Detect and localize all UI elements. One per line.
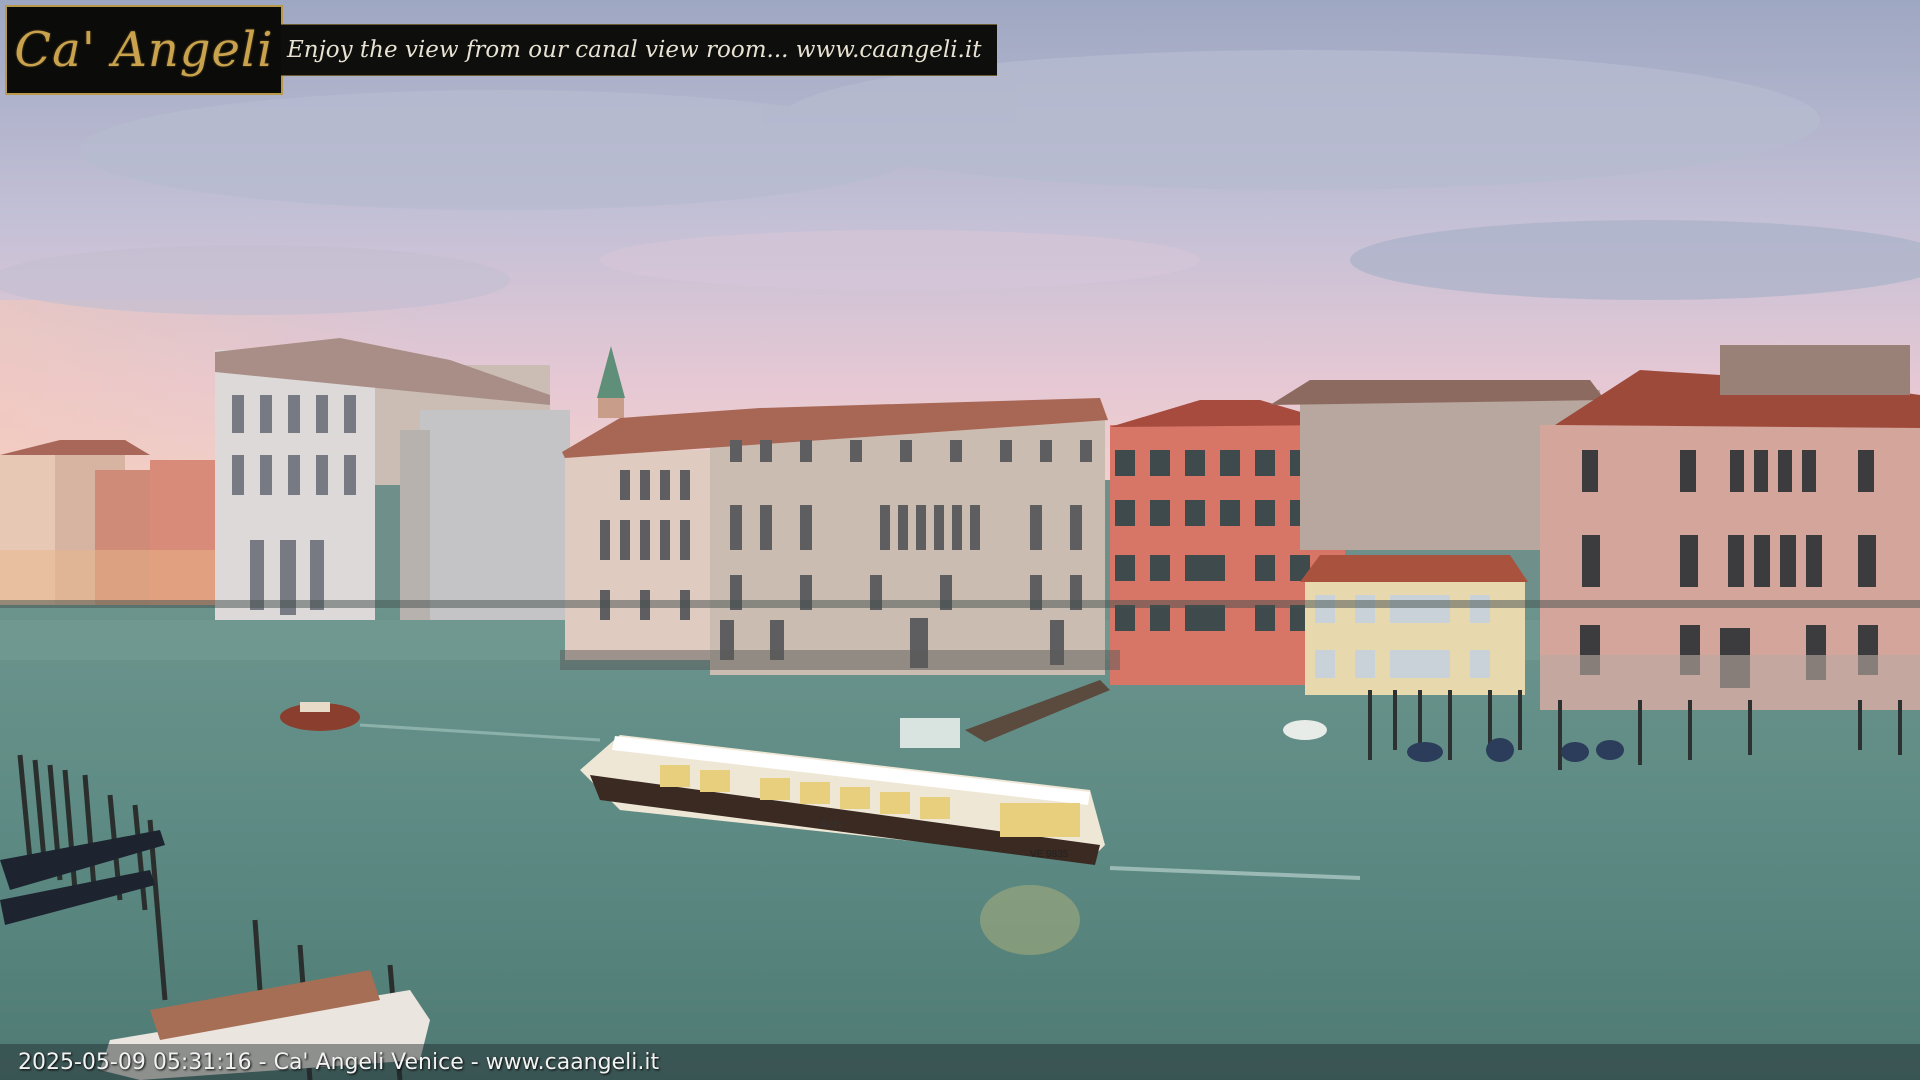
palazzo-pink bbox=[1540, 345, 1920, 710]
tagline-bar: Enjoy the view from our canal view room.… bbox=[281, 24, 998, 76]
logo: Ca' Angeli bbox=[5, 5, 283, 95]
tagline-text: Enjoy the view from our canal view room.… bbox=[287, 37, 982, 63]
far-left-buildings bbox=[0, 440, 220, 605]
timestamp-caption: 2025-05-09 05:31:16 - Ca' Angeli Venice … bbox=[18, 1049, 660, 1075]
canal-view-image: Actv VE 9835 bbox=[0, 0, 1920, 1080]
vaporetto-label: Actv bbox=[820, 817, 843, 831]
logo-text: Ca' Angeli bbox=[14, 22, 274, 78]
webcam-scene: Actv VE 9835 bbox=[0, 0, 1920, 1080]
scaffolded-building bbox=[420, 410, 570, 620]
logo-banner: Ca' Angeli Enjoy the view from our canal… bbox=[5, 5, 998, 95]
palazzo-beige bbox=[562, 398, 1108, 675]
vaporetto-number: VE 9835 bbox=[1030, 849, 1069, 860]
yellow-house bbox=[1300, 555, 1528, 695]
timestamp-bar: 2025-05-09 05:31:16 - Ca' Angeli Venice … bbox=[0, 1044, 1920, 1080]
white-dinghy bbox=[1283, 720, 1327, 740]
moored-boat bbox=[900, 718, 960, 748]
